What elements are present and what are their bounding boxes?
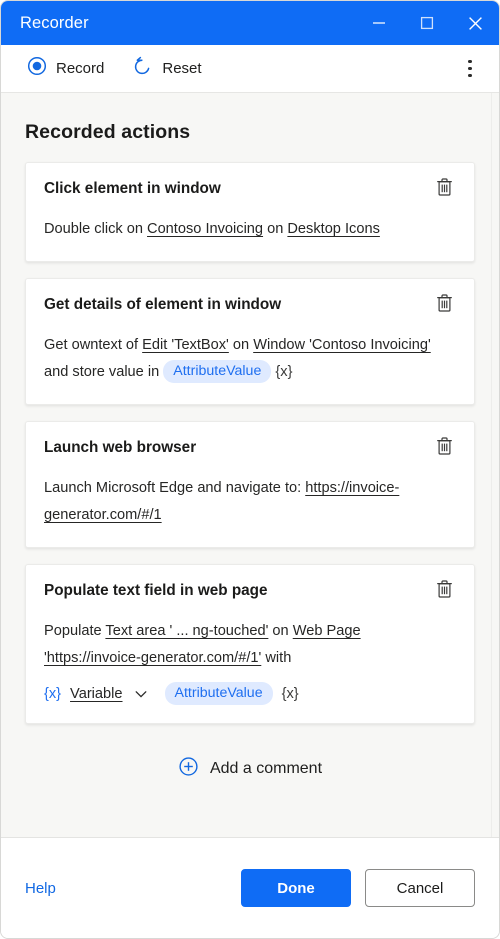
recorder-window: Recorder Record Reset Recorded actions C… bbox=[0, 0, 500, 939]
action-target-link[interactable]: Contoso Invoicing bbox=[147, 221, 263, 237]
delete-action-button[interactable] bbox=[432, 579, 456, 603]
variable-brace-suffix: {x} bbox=[281, 685, 299, 702]
minimize-icon bbox=[372, 16, 386, 30]
maximize-button[interactable] bbox=[403, 1, 451, 45]
action-target-link[interactable]: Edit 'TextBox' bbox=[142, 337, 229, 353]
reset-label: Reset bbox=[162, 60, 202, 77]
trash-icon bbox=[435, 293, 454, 318]
action-title: Populate text field in web page bbox=[44, 582, 268, 599]
action-target-link[interactable]: Desktop Icons bbox=[287, 221, 379, 237]
action-card[interactable]: Populate text field in web page Populate … bbox=[25, 564, 475, 724]
close-button[interactable] bbox=[451, 1, 499, 45]
close-icon bbox=[468, 16, 483, 31]
minimize-button[interactable] bbox=[355, 1, 403, 45]
add-comment-label: Add a comment bbox=[209, 760, 323, 777]
plus-circle-icon bbox=[178, 756, 199, 782]
record-button[interactable]: Record bbox=[19, 51, 112, 86]
window-title: Recorder bbox=[20, 13, 89, 32]
action-text: on bbox=[263, 221, 288, 237]
action-card[interactable]: Get details of element in window Get ownt… bbox=[25, 278, 475, 405]
delete-action-button[interactable] bbox=[432, 293, 456, 317]
action-target-link[interactable]: Window 'Contoso Invoicing' bbox=[253, 337, 431, 353]
done-button[interactable]: Done bbox=[241, 869, 351, 907]
action-text: Populate bbox=[44, 623, 106, 639]
delete-action-button[interactable] bbox=[432, 436, 456, 460]
action-text: and store value in bbox=[44, 364, 164, 380]
chevron-down-icon[interactable] bbox=[132, 685, 150, 703]
add-comment-button[interactable]: Add a comment bbox=[25, 740, 475, 808]
delete-action-button[interactable] bbox=[432, 177, 456, 201]
action-text: Launch Microsoft Edge and navigate to: bbox=[44, 480, 306, 496]
action-text: Double click on bbox=[44, 221, 148, 237]
action-title: Click element in window bbox=[44, 180, 221, 197]
record-label: Record bbox=[56, 60, 105, 77]
trash-icon bbox=[435, 436, 454, 461]
action-description: Get owntext of Edit 'TextBox' on Window … bbox=[44, 332, 456, 386]
maximize-icon bbox=[420, 16, 434, 30]
variable-selector-row: {x} Variable AttributeValue {x} bbox=[44, 682, 456, 705]
reset-icon bbox=[132, 56, 153, 82]
action-description: Populate Text area ' ... ng-touched' on … bbox=[44, 618, 456, 672]
action-text: on bbox=[228, 337, 254, 353]
action-card-header: Populate text field in web page bbox=[44, 579, 456, 603]
trash-icon bbox=[435, 579, 454, 604]
action-card[interactable]: Launch web browser Launch Microsoft Edge … bbox=[25, 421, 475, 548]
more-vertical-icon bbox=[468, 59, 472, 64]
toolbar: Record Reset bbox=[1, 45, 499, 93]
action-card-list: Click element in window Double click on C… bbox=[25, 162, 475, 724]
vertical-scrollbar[interactable] bbox=[491, 93, 499, 837]
recorded-actions-scroll-area[interactable]: Recorded actions Click element in window… bbox=[1, 93, 499, 837]
action-card-header: Launch web browser bbox=[44, 436, 456, 460]
variable-chip[interactable]: AttributeValue bbox=[164, 682, 273, 705]
action-description: Double click on Contoso Invoicing on Des… bbox=[44, 216, 456, 243]
variable-brace-prefix: {x} bbox=[44, 685, 62, 702]
action-text: on bbox=[268, 623, 293, 639]
cancel-button[interactable]: Cancel bbox=[365, 869, 475, 907]
action-text: with bbox=[261, 650, 292, 666]
more-options-button[interactable] bbox=[455, 54, 485, 84]
action-title: Launch web browser bbox=[44, 439, 197, 456]
action-card-header: Get details of element in window bbox=[44, 293, 456, 317]
window-controls bbox=[355, 1, 499, 45]
trash-icon bbox=[435, 177, 454, 202]
reset-button[interactable]: Reset bbox=[124, 51, 209, 87]
action-card-header: Click element in window bbox=[44, 177, 456, 201]
help-link[interactable]: Help bbox=[25, 880, 56, 897]
variable-type-select[interactable]: Variable bbox=[70, 686, 122, 702]
footer: Help Done Cancel bbox=[1, 837, 499, 938]
action-text: Get owntext of bbox=[44, 337, 143, 353]
action-target-link[interactable]: Text area ' ... ng-touched' bbox=[105, 623, 268, 639]
variable-chip[interactable]: AttributeValue bbox=[163, 360, 272, 383]
variable-brace-token: {x} bbox=[275, 364, 293, 380]
action-title: Get details of element in window bbox=[44, 296, 282, 313]
page-title: Recorded actions bbox=[25, 121, 191, 143]
title-bar: Recorder bbox=[1, 1, 499, 45]
record-icon bbox=[27, 56, 47, 81]
action-card[interactable]: Click element in window Double click on C… bbox=[25, 162, 475, 262]
action-description: Launch Microsoft Edge and navigate to: h… bbox=[44, 475, 456, 529]
